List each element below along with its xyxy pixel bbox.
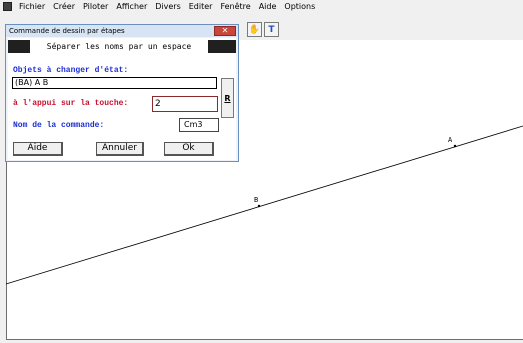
point-a-label: A: [448, 136, 453, 144]
point-b[interactable]: [257, 204, 261, 208]
ok-button[interactable]: Ok: [164, 142, 214, 156]
step-drawing-dialog: Commande de dessin par étapes ✕ Séparer …: [5, 24, 239, 162]
command-name-input[interactable]: Cm3: [179, 118, 219, 132]
close-button[interactable]: ✕: [214, 26, 236, 36]
r-button[interactable]: R: [221, 78, 234, 118]
point-a[interactable]: [453, 144, 457, 148]
instruction-banner: Séparer les noms par un espace: [8, 40, 236, 53]
dialog-body: Séparer les noms par un espace Objets à …: [8, 38, 236, 160]
close-icon: ✕: [221, 26, 229, 35]
point-b-label: B: [254, 196, 258, 204]
instruction-text: Séparer les noms par un espace: [30, 40, 208, 53]
dialog-title[interactable]: Commande de dessin par étapes: [6, 25, 238, 37]
objects-label: Objets à changer d'état:: [13, 66, 129, 75]
command-name-label: Nom de la commande:: [13, 121, 105, 130]
cancel-button[interactable]: Annuler: [96, 142, 144, 156]
objects-input[interactable]: (BA) A B: [12, 77, 217, 89]
help-button[interactable]: Aide: [13, 142, 63, 156]
key-label: à l'appui sur la touche:: [13, 99, 129, 108]
key-input[interactable]: 2: [152, 96, 218, 112]
